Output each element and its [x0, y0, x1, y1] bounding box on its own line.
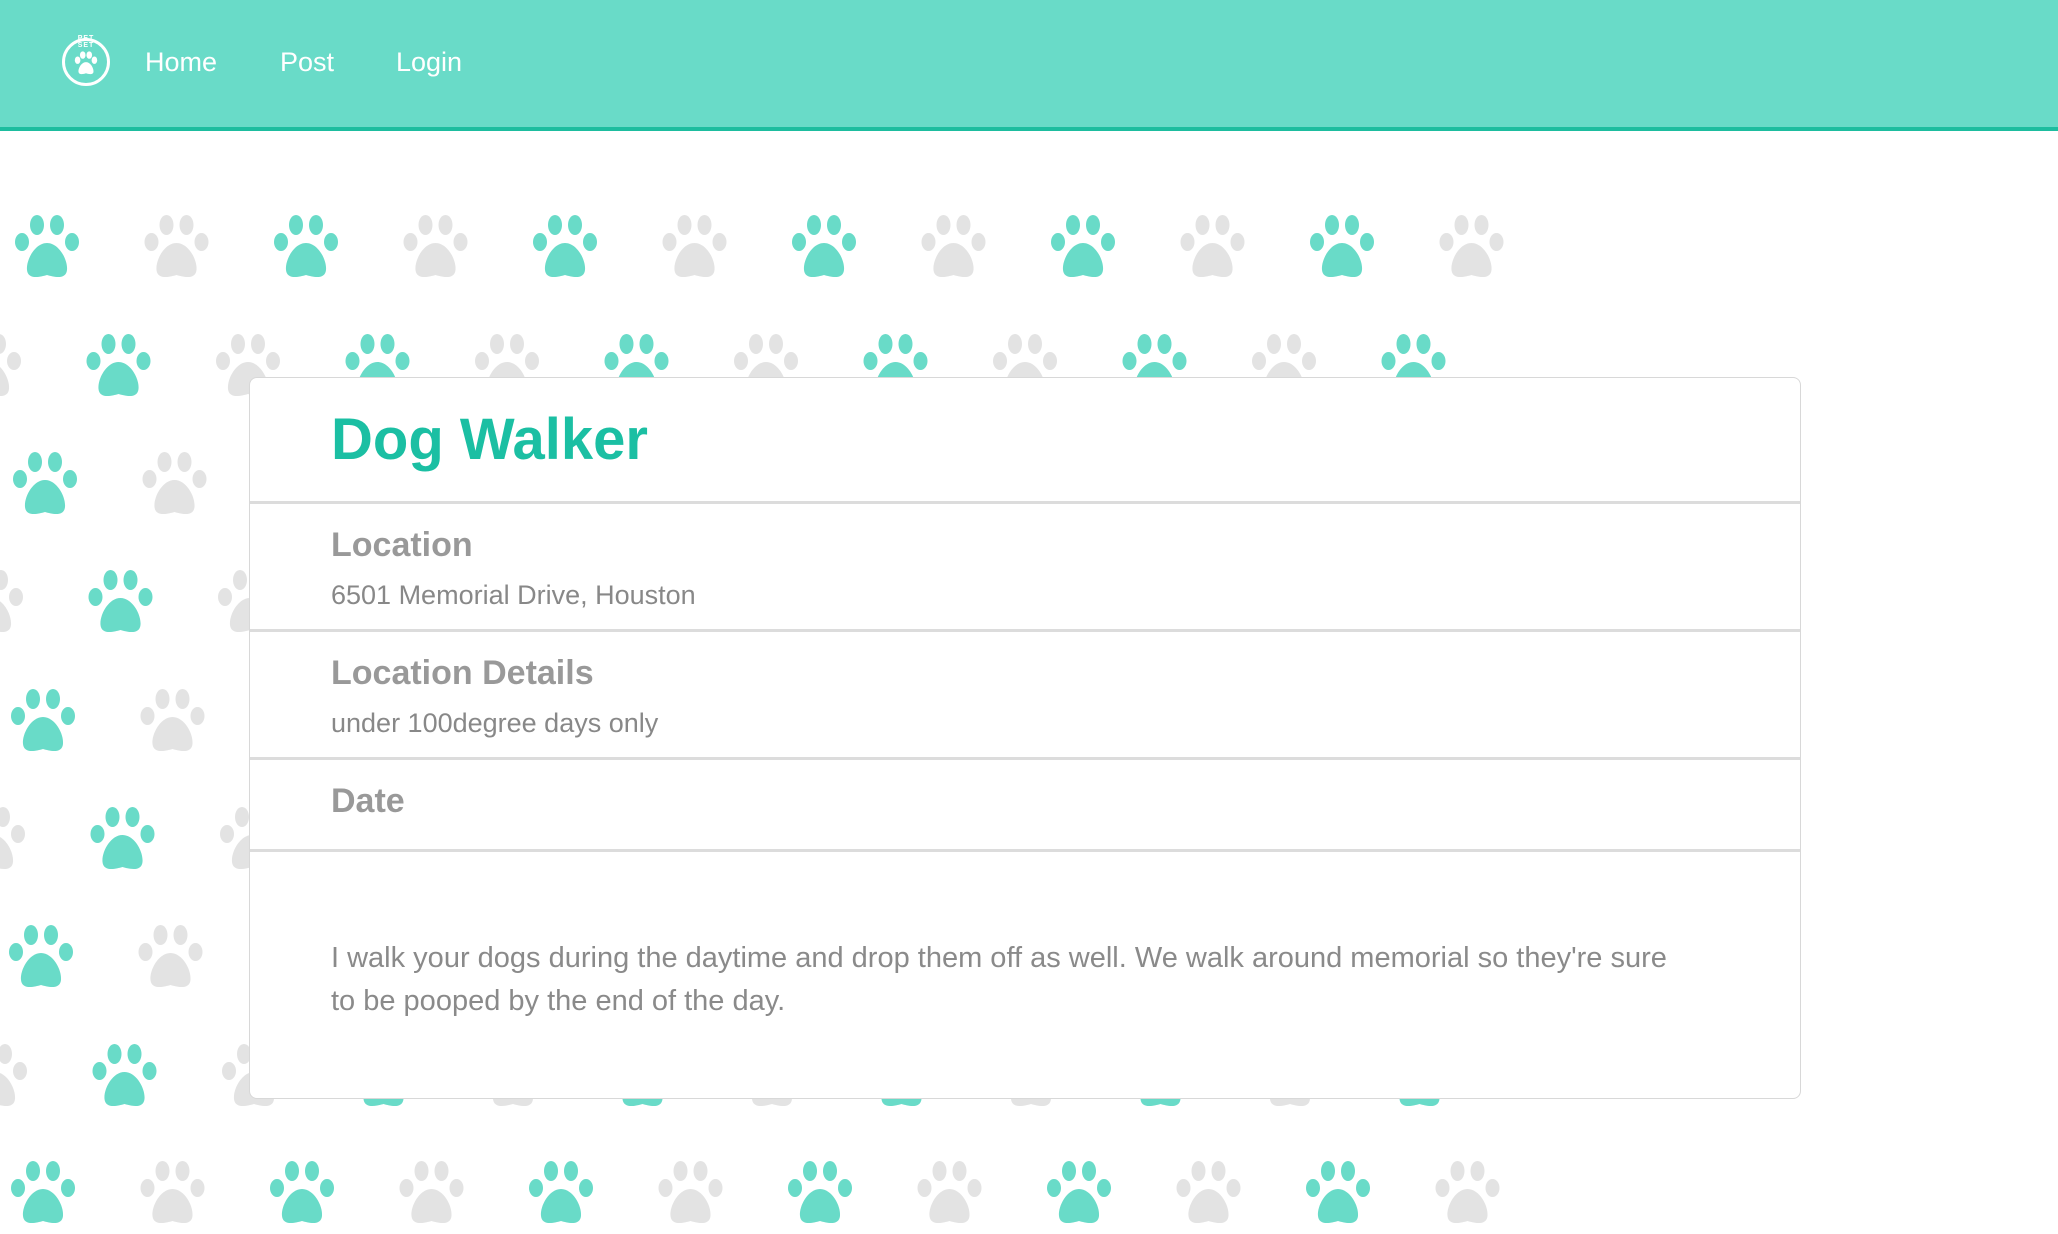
- divider: [250, 501, 1800, 504]
- paw-icon: [403, 215, 468, 278]
- logo-text: PET SET: [77, 35, 95, 49]
- paw-icon: [140, 689, 205, 752]
- nav-login-link[interactable]: Login: [396, 47, 462, 78]
- paw-icon: [140, 1161, 205, 1224]
- paw-icon: [917, 1161, 982, 1224]
- paw-icon: [1439, 215, 1504, 278]
- paw-icon: [788, 1161, 852, 1224]
- location-details-value: under 100degree days only: [331, 708, 659, 738]
- paw-icon: [144, 215, 209, 278]
- paw-icon: [15, 215, 79, 278]
- paw-icon: [792, 215, 856, 278]
- paw-icon: [270, 1161, 334, 1224]
- location-value: 6501 Memorial Drive, Houston: [331, 580, 696, 610]
- divider: [250, 849, 1800, 852]
- listing-description: I walk your dogs during the daytime and …: [331, 942, 1667, 1017]
- paw-icon: [90, 807, 155, 870]
- paw-icon: [1310, 215, 1374, 278]
- paw-icon: [9, 925, 73, 988]
- paw-icon: [86, 334, 151, 397]
- paw-icon: [1180, 215, 1245, 278]
- paw-icon: [399, 1161, 464, 1224]
- divider: [250, 757, 1800, 760]
- listing-title: Dog Walker: [331, 407, 648, 472]
- nav-post-link[interactable]: Post: [280, 47, 334, 78]
- paw-icon: [0, 1044, 27, 1106]
- paw-icon: [0, 807, 25, 869]
- date-label: Date: [331, 782, 405, 820]
- paw-icon: [658, 1161, 723, 1224]
- paw-icon: [11, 689, 75, 752]
- paw-icon: [11, 1161, 75, 1224]
- paw-icon: [662, 215, 727, 278]
- paw-icon: [1176, 1161, 1241, 1224]
- divider: [250, 629, 1800, 632]
- paw-icon: [13, 452, 77, 515]
- location-details-label: Location Details: [331, 654, 594, 692]
- paw-icon: [1306, 1161, 1370, 1224]
- paw-icon: [274, 215, 338, 278]
- listing-card: Dog Walker Location 6501 Memorial Drive,…: [249, 377, 1801, 1099]
- paw-icon: [0, 570, 23, 632]
- paw-icon: [142, 452, 207, 515]
- paw-icon: [138, 925, 203, 988]
- top-navbar: PET SET Home Post Login: [0, 0, 2058, 131]
- paw-icon: [1047, 1161, 1111, 1224]
- paw-icon: [92, 1044, 157, 1107]
- nav-home-link[interactable]: Home: [145, 47, 217, 78]
- paw-icon: [921, 215, 986, 278]
- location-label: Location: [331, 526, 473, 564]
- paw-icon: [533, 215, 597, 278]
- paw-icon: [88, 570, 153, 633]
- paw-icon: [1051, 215, 1115, 278]
- paw-icon: [0, 334, 21, 396]
- paw-icon: [1435, 1161, 1500, 1224]
- paw-icon: [529, 1161, 593, 1224]
